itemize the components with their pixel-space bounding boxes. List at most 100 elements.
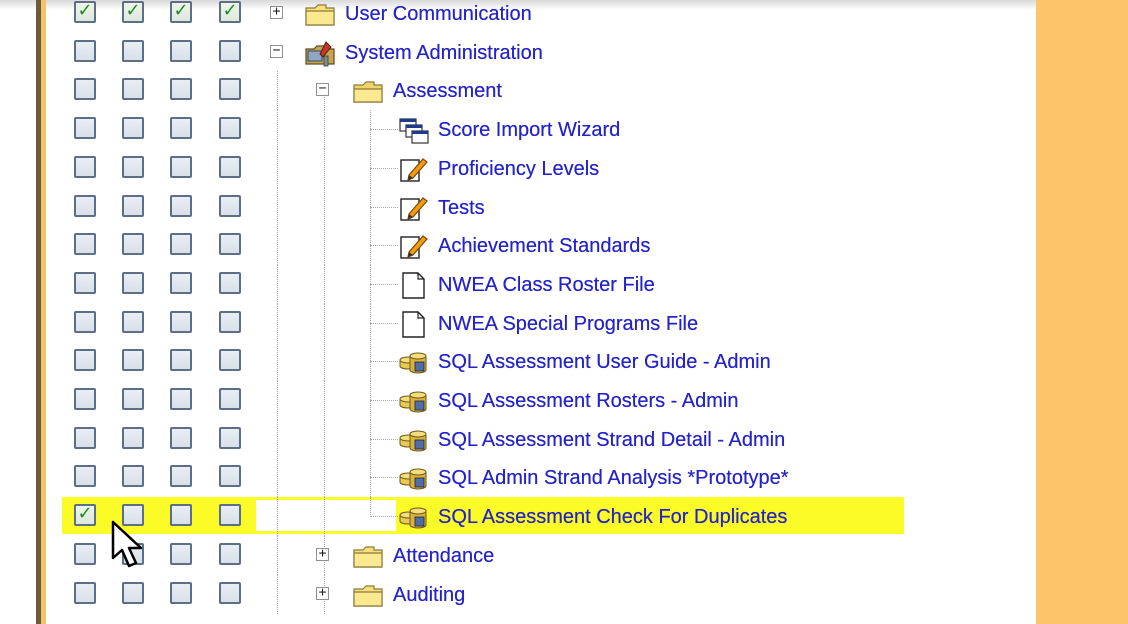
tree-connector-line <box>324 148 325 188</box>
permission-checkbox-1[interactable]: ✓ <box>74 503 96 527</box>
permission-checkbox-4[interactable] <box>219 78 241 101</box>
tree-connector-line <box>324 342 325 382</box>
tree-node-link[interactable]: Achievement Standards <box>438 234 650 258</box>
permission-checkbox-1[interactable] <box>74 78 96 101</box>
permission-checkbox-2[interactable] <box>122 310 144 333</box>
tree-connector-line <box>370 497 371 518</box>
permission-checkbox-2[interactable] <box>122 78 144 101</box>
expand-node-button[interactable]: + <box>316 586 329 600</box>
permission-checkbox-1[interactable] <box>74 581 96 604</box>
permission-checkbox-3[interactable] <box>170 581 192 604</box>
permission-checkbox-2[interactable] <box>122 388 144 410</box>
wizard-windows-icon <box>398 116 430 144</box>
permission-checkbox-4[interactable]: ✓ <box>219 0 241 23</box>
expand-node-button[interactable]: + <box>270 5 283 19</box>
tree-node-link[interactable]: Assessment <box>393 79 502 103</box>
permission-checkbox-4[interactable] <box>219 271 241 294</box>
tree-connector-line <box>370 400 398 401</box>
permission-checkbox-1[interactable] <box>74 194 96 217</box>
tree-row: + Attendance <box>0 535 1036 575</box>
permission-checkbox-4[interactable] <box>219 310 241 333</box>
permission-checkbox-3[interactable] <box>170 155 192 178</box>
permission-checkbox-2[interactable] <box>122 194 144 217</box>
tree-row: Score Import Wizard <box>0 110 1036 150</box>
permission-checkbox-1[interactable]: ✓ <box>74 0 96 23</box>
database-report-icon <box>398 426 430 454</box>
permission-checkbox-2[interactable]: ✓ <box>122 0 144 23</box>
permission-checkbox-2[interactable] <box>122 117 144 140</box>
permission-checkbox-2[interactable] <box>122 155 144 178</box>
permission-checkbox-1[interactable] <box>74 542 96 565</box>
tree-connector-line <box>277 419 278 459</box>
permission-checkbox-3[interactable] <box>170 233 192 256</box>
permission-checkbox-1[interactable] <box>74 155 96 178</box>
tree-node-link[interactable]: SQL Assessment User Guide - Admin <box>438 350 771 374</box>
tree-connector-line <box>370 206 398 208</box>
permission-checkbox-4[interactable] <box>219 349 241 372</box>
permission-checkbox-3[interactable] <box>170 349 192 372</box>
permission-checkbox-1[interactable] <box>74 39 96 62</box>
permission-checkbox-2[interactable] <box>122 581 144 604</box>
collapse-node-button[interactable]: − <box>270 44 283 58</box>
permission-checkbox-1[interactable] <box>74 388 96 410</box>
permission-checkbox-3[interactable] <box>170 78 192 101</box>
permission-checkbox-1[interactable] <box>74 426 96 449</box>
permission-checkbox-3[interactable] <box>170 426 192 449</box>
permission-checkbox-3[interactable] <box>170 117 192 140</box>
permission-checkbox-4[interactable] <box>219 155 241 178</box>
expand-node-button[interactable]: + <box>316 547 329 561</box>
permission-checkbox-2[interactable] <box>122 465 144 488</box>
tree-row: NWEA Class Roster File <box>0 264 1036 304</box>
tree-connector-line <box>370 361 398 363</box>
permission-checkbox-3[interactable] <box>170 388 192 410</box>
tree-node-link[interactable]: Attendance <box>393 544 494 568</box>
permission-checkbox-4[interactable] <box>219 117 241 140</box>
tree-node-link[interactable]: Auditing <box>393 583 465 607</box>
tree-node-link[interactable]: Score Import Wizard <box>438 118 620 142</box>
tree-node-link[interactable]: SQL Admin Strand Analysis *Prototype* <box>438 466 789 490</box>
tree-node-link[interactable]: Proficiency Levels <box>438 157 599 181</box>
tree-node-link[interactable]: SQL Assessment Check For Duplicates <box>438 505 787 529</box>
tree-node-link[interactable]: NWEA Class Roster File <box>438 273 655 297</box>
tree-connector-line <box>277 342 278 382</box>
permission-checkbox-3[interactable] <box>170 542 192 565</box>
permission-checkbox-4[interactable] <box>219 194 241 217</box>
permission-checkbox-4[interactable] <box>219 581 241 604</box>
permission-checkbox-4[interactable] <box>219 504 241 527</box>
permission-checkbox-3[interactable]: ✓ <box>170 0 192 23</box>
permission-checkbox-3[interactable] <box>170 39 192 62</box>
tree-node-link[interactable]: Tests <box>438 196 485 220</box>
tree-node-link[interactable]: User Communication <box>345 2 532 26</box>
permission-checkbox-1[interactable] <box>74 233 96 256</box>
tree-node-link[interactable]: SQL Assessment Strand Detail - Admin <box>438 428 785 452</box>
permission-checkbox-1[interactable] <box>74 310 96 333</box>
permission-checkbox-1[interactable] <box>74 349 96 372</box>
permission-checkbox-1[interactable] <box>74 117 96 140</box>
permission-checkbox-2[interactable] <box>122 39 144 62</box>
permission-checkbox-2[interactable] <box>122 426 144 449</box>
permission-checkbox-4[interactable] <box>219 388 241 410</box>
permission-checkbox-3[interactable] <box>170 465 192 488</box>
permission-checkbox-1[interactable] <box>74 271 96 294</box>
document-icon <box>398 271 430 299</box>
check-mark-icon: ✓ <box>222 0 238 20</box>
permission-checkbox-4[interactable] <box>219 465 241 488</box>
permission-checkbox-4[interactable] <box>219 542 241 565</box>
permission-checkbox-4[interactable] <box>219 39 241 62</box>
permission-checkbox-4[interactable] <box>219 426 241 449</box>
permission-checkbox-2[interactable] <box>122 271 144 294</box>
tree-connector-line <box>277 71 278 111</box>
permission-checkbox-3[interactable] <box>170 194 192 217</box>
permission-checkbox-3[interactable] <box>170 504 192 527</box>
permission-checkbox-3[interactable] <box>170 310 192 333</box>
tree-connector-line <box>277 535 278 575</box>
tree-node-link[interactable]: System Administration <box>345 41 543 65</box>
collapse-node-button[interactable]: − <box>316 82 329 97</box>
tree-node-link[interactable]: SQL Assessment Rosters - Admin <box>438 389 738 413</box>
tree-node-link[interactable]: NWEA Special Programs File <box>438 312 698 336</box>
permission-checkbox-3[interactable] <box>170 271 192 294</box>
permission-checkbox-2[interactable] <box>122 349 144 372</box>
permission-checkbox-2[interactable] <box>122 233 144 256</box>
permission-checkbox-1[interactable] <box>74 465 96 488</box>
permission-checkbox-4[interactable] <box>219 233 241 256</box>
